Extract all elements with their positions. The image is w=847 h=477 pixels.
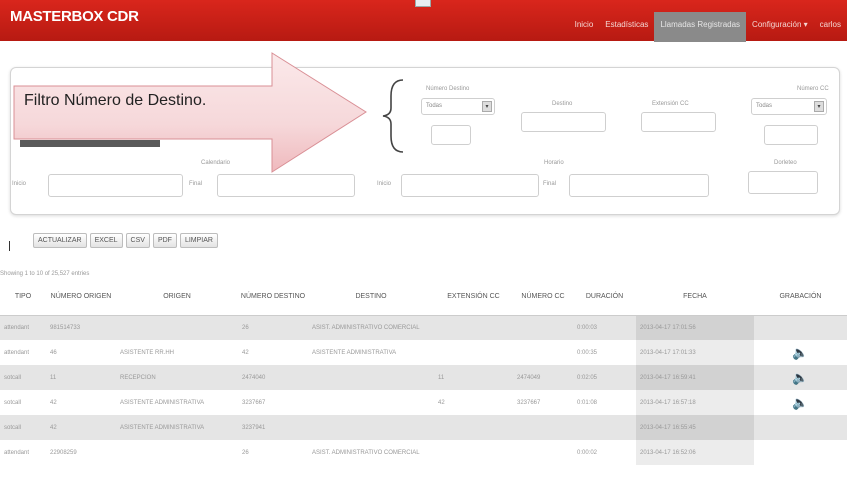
cell-duracion: 0:00:03 <box>573 315 636 340</box>
table-row: sotcall 42 ASISTENTE ADMINISTRATIVA 3237… <box>0 415 847 440</box>
cell-destino: ASIST. ADMINISTRATIVO COMERCIAL <box>312 449 420 456</box>
cell-numero-origen: 46 <box>50 349 57 356</box>
cell-extension-cc <box>434 415 513 440</box>
cell-fecha: 2013-04-17 17:01:56 <box>636 315 754 340</box>
col-tipo[interactable]: TIPO <box>0 279 46 316</box>
cell-extension-cc: 11 <box>434 365 513 390</box>
cell-numero-destino: 26 <box>238 315 308 340</box>
cell-numero-origen: 42 <box>50 399 57 406</box>
cell-origen: ASISTENTE RR.HH <box>120 349 175 356</box>
cell-extension-cc <box>434 440 513 465</box>
cell-tipo: attendant <box>4 349 30 356</box>
cell-numero-cc: 3237667 <box>517 399 541 406</box>
cell-destino <box>308 390 434 415</box>
pdf-button[interactable]: PDF <box>152 233 177 248</box>
table-header-row: TIPO NÚMERO ORIGEN ORIGEN NÚMERO DESTINO… <box>0 279 847 316</box>
cell-destino: ASIST. ADMINISTRATIVO COMERCIAL <box>308 315 434 340</box>
cell-duracion: 0:00:02 <box>577 449 598 456</box>
cell-numero-destino: 2474040 <box>238 365 308 390</box>
text-cursor <box>9 241 10 251</box>
cell-origen: RECEPCION <box>116 365 238 390</box>
cell-tipo: sotcall <box>4 399 22 406</box>
table-row: attendant 46 ASISTENTE RR.HH 42 ASISTENT… <box>0 340 847 365</box>
col-destino[interactable]: DESTINO <box>308 279 434 316</box>
cell-destino <box>308 415 434 440</box>
bracket-icon <box>382 79 404 153</box>
col-duracion[interactable]: DURACIÓN <box>573 279 636 316</box>
cell-origen: ASISTENTE ADMINISTRATIVA <box>116 415 238 440</box>
cell-origen <box>116 315 238 340</box>
cell-origen <box>116 440 238 465</box>
entries-info: Showing 1 to 10 of 25,527 entries <box>0 271 90 277</box>
table-row: sotcall 11 RECEPCION 2474040 11 2474049 … <box>0 365 847 390</box>
cell-numero-origen: 42 <box>46 415 116 440</box>
cell-fecha: 2013-04-17 17:01:33 <box>636 340 754 365</box>
col-numero-origen[interactable]: NÚMERO ORIGEN <box>46 279 116 316</box>
col-numero-cc[interactable]: NÚMERO CC <box>513 279 573 316</box>
speaker-icon[interactable]: 🔈 <box>754 390 847 415</box>
table-row: sotcall 42 ASISTENTE ADMINISTRATIVA 3237… <box>0 390 847 415</box>
cell-duracion: 0:00:35 <box>577 349 598 356</box>
cell-numero-cc <box>513 440 573 465</box>
cell-fecha: 2013-04-17 16:52:06 <box>636 440 754 465</box>
csv-button[interactable]: CSV <box>125 233 150 248</box>
cell-extension-cc: 42 <box>438 399 445 406</box>
cell-tipo: attendant <box>0 315 46 340</box>
actualizar-button[interactable]: ACTUALIZAR <box>33 233 87 248</box>
table-row: attendant 22908259 26 ASIST. ADMINISTRAT… <box>0 440 847 465</box>
speaker-icon[interactable]: 🔈 <box>754 365 847 390</box>
col-extension-cc[interactable]: EXTENSIÓN CC <box>434 279 513 316</box>
cell-numero-destino: 3237941 <box>238 415 308 440</box>
cell-tipo: attendant <box>4 449 30 456</box>
speaker-icon[interactable] <box>754 315 847 340</box>
cell-numero-cc <box>513 340 573 365</box>
cell-numero-origen: 981514733 <box>46 315 116 340</box>
cell-numero-origen: 22908259 <box>50 449 77 456</box>
col-grabacion[interactable]: GRABACIÓN <box>754 279 847 316</box>
limpiar-button[interactable]: LIMPIAR <box>179 233 218 248</box>
speaker-icon[interactable] <box>754 415 847 440</box>
excel-button[interactable]: EXCEL <box>89 233 123 248</box>
cell-duracion: 0:01:08 <box>577 399 598 406</box>
col-origen[interactable]: ORIGEN <box>116 279 238 316</box>
calls-table: TIPO NÚMERO ORIGEN ORIGEN NÚMERO DESTINO… <box>0 279 847 465</box>
cell-numero-origen: 11 <box>46 365 116 390</box>
cell-numero-destino: 3237667 <box>242 399 266 406</box>
cell-extension-cc <box>434 340 513 365</box>
cell-origen: ASISTENTE ADMINISTRATIVA <box>120 399 205 406</box>
callout-text: Filtro Número de Destino. <box>24 92 207 109</box>
callout-arrow <box>13 52 367 173</box>
col-numero-destino[interactable]: NÚMERO DESTINO <box>238 279 308 316</box>
speaker-icon[interactable] <box>754 440 847 465</box>
cell-duracion: 0:02:05 <box>573 365 636 390</box>
cell-fecha: 2013-04-17 16:55:45 <box>636 415 754 440</box>
table-row: attendant 981514733 26 ASIST. ADMINISTRA… <box>0 315 847 340</box>
cell-tipo: sotcall <box>0 365 46 390</box>
cell-numero-destino: 26 <box>242 449 249 456</box>
cell-tipo: sotcall <box>0 415 46 440</box>
cell-numero-destino: 42 <box>242 349 249 356</box>
cell-destino <box>308 365 434 390</box>
cell-extension-cc <box>434 315 513 340</box>
col-fecha[interactable]: FECHA <box>636 279 754 316</box>
cell-fecha: 2013-04-17 16:59:41 <box>636 365 754 390</box>
cell-duracion <box>573 415 636 440</box>
cell-fecha: 2013-04-17 16:57:18 <box>636 390 754 415</box>
cell-numero-cc <box>513 315 573 340</box>
action-buttons: ACTUALIZAR EXCEL CSV PDF LIMPIAR <box>33 233 218 248</box>
cell-numero-cc: 2474049 <box>513 365 573 390</box>
speaker-icon[interactable]: 🔈 <box>754 340 847 365</box>
cell-numero-cc <box>513 415 573 440</box>
cell-destino: ASISTENTE ADMINISTRATIVA <box>312 349 397 356</box>
